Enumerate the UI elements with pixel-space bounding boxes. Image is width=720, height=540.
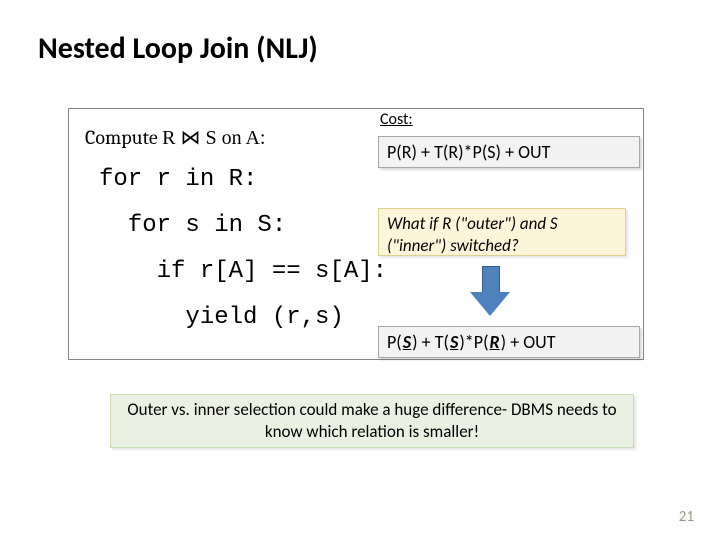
f2-mid2: )*P( [459,331,488,353]
compute-expression: R ⋈ S on A: [162,125,265,150]
slide-title: Nested Loop Join (NLJ) [38,30,318,67]
f2-post: ) + OUT [501,331,556,353]
cost-formula-2: P(S) + T(S)*P(R) + OUT [378,326,640,358]
slide: Nested Loop Join (NLJ) Compute R ⋈ S on … [0,0,720,540]
compute-line: Compute R ⋈ S on A: [85,125,265,150]
f2-s2: S [449,331,459,353]
f2-r1: R [489,331,501,353]
cost-label: Cost: [380,110,413,129]
f2-pre: P( [387,331,402,353]
f2-mid1: ) + T( [412,331,449,353]
cost-formula-1: P(R) + T(R)*P(S) + OUT [378,136,640,168]
pseudocode: for r in R: for s in S: if r[A] == s[A]:… [99,157,387,341]
summary-note: Outer vs. inner selection could make a h… [110,394,634,448]
page-number: 21 [679,508,694,526]
f2-s1: S [402,331,412,353]
compute-prefix: Compute [85,126,162,149]
down-arrow-icon [470,266,510,320]
switch-question: What if R ("outer") and S ("inner") swit… [378,208,626,256]
